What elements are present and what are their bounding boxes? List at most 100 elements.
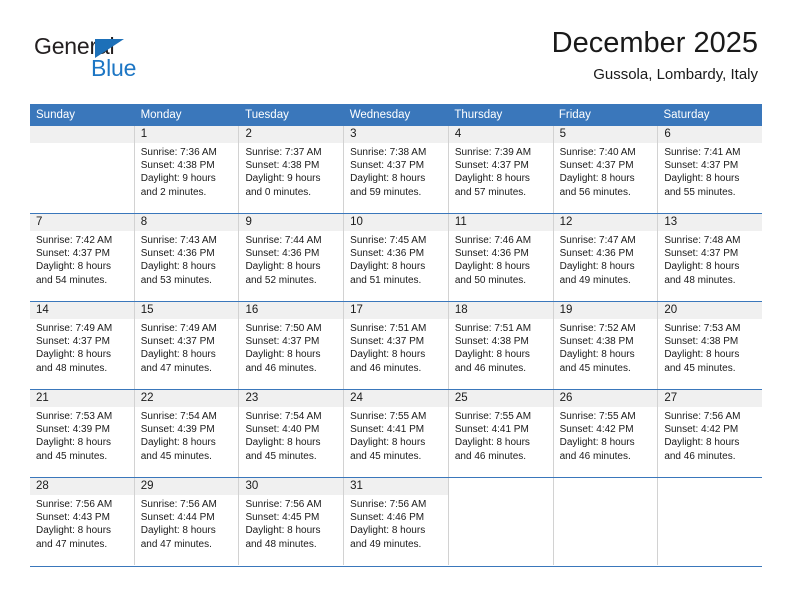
day-cell[interactable]: 21 Sunrise: 7:53 AM Sunset: 4:39 PM Dayl… xyxy=(30,390,135,477)
day-cell[interactable]: 18 Sunrise: 7:51 AM Sunset: 4:38 PM Dayl… xyxy=(448,302,554,389)
daylight-text-line2: and 46 minutes. xyxy=(454,450,527,462)
day-cell[interactable]: 25 Sunrise: 7:55 AM Sunset: 4:41 PM Dayl… xyxy=(448,390,554,477)
day-number: 30 xyxy=(239,478,344,495)
daylight-text-line1: Daylight: 8 hours xyxy=(245,349,321,361)
day-cell[interactable] xyxy=(658,478,763,565)
sunrise-text: Sunrise: 7:53 AM xyxy=(36,411,113,422)
day-cell[interactable]: 7 Sunrise: 7:42 AM Sunset: 4:37 PM Dayli… xyxy=(30,214,135,301)
sunrise-text: Sunrise: 7:49 AM xyxy=(140,323,217,334)
day-number: 13 xyxy=(658,214,763,231)
sunrise-text: Sunrise: 7:38 AM xyxy=(350,147,427,158)
sunset-text: Sunset: 4:36 PM xyxy=(245,248,320,260)
day-cell[interactable]: 1 Sunrise: 7:36 AM Sunset: 4:38 PM Dayli… xyxy=(134,126,240,213)
day-number: 19 xyxy=(553,302,658,319)
weekday-header-thursday: Thursday xyxy=(454,109,503,121)
day-cell[interactable]: 6 Sunrise: 7:41 AM Sunset: 4:37 PM Dayli… xyxy=(658,126,763,213)
daylight-text-line1: Daylight: 8 hours xyxy=(140,261,216,273)
day-cell[interactable] xyxy=(553,478,659,565)
daylight-text-line1: Daylight: 8 hours xyxy=(664,261,740,273)
daylight-text-line1: Daylight: 8 hours xyxy=(454,261,530,273)
sunrise-text: Sunrise: 7:44 AM xyxy=(245,235,322,246)
day-cell[interactable]: 19 Sunrise: 7:52 AM Sunset: 4:38 PM Dayl… xyxy=(553,302,659,389)
day-number: 27 xyxy=(658,390,763,407)
day-info xyxy=(449,495,553,498)
general-blue-logo[interactable]: General Blue xyxy=(34,33,184,85)
day-cell[interactable]: 9 Sunrise: 7:44 AM Sunset: 4:36 PM Dayli… xyxy=(239,214,345,301)
daylight-text-line2: and 46 minutes. xyxy=(454,362,527,374)
day-cell[interactable]: 22 Sunrise: 7:54 AM Sunset: 4:39 PM Dayl… xyxy=(134,390,240,477)
daylight-text-line1: Daylight: 8 hours xyxy=(559,349,635,361)
sunrise-text: Sunrise: 7:51 AM xyxy=(454,323,532,334)
day-cell[interactable]: 2 Sunrise: 7:37 AM Sunset: 4:38 PM Dayli… xyxy=(239,126,345,213)
day-cell[interactable] xyxy=(448,478,554,565)
day-info: Sunrise: 7:51 AM Sunset: 4:38 PM Dayligh… xyxy=(449,319,553,375)
day-number: 22 xyxy=(134,390,239,407)
day-number: 11 xyxy=(448,214,553,231)
day-cell[interactable]: 8 Sunrise: 7:43 AM Sunset: 4:36 PM Dayli… xyxy=(134,214,240,301)
page-subtitle: Gussola, Lombardy, Italy xyxy=(593,66,758,83)
sunset-text: Sunset: 4:38 PM xyxy=(559,336,634,348)
day-number: 3 xyxy=(344,126,448,143)
day-info: Sunrise: 7:56 AM Sunset: 4:45 PM Dayligh… xyxy=(239,495,343,551)
day-cell[interactable]: 23 Sunrise: 7:54 AM Sunset: 4:40 PM Dayl… xyxy=(239,390,345,477)
day-cell[interactable]: 5 Sunrise: 7:40 AM Sunset: 4:37 PM Dayli… xyxy=(553,126,659,213)
weekday-header-saturday: Saturday xyxy=(663,109,710,121)
day-cell[interactable]: 4 Sunrise: 7:39 AM Sunset: 4:37 PM Dayli… xyxy=(448,126,554,213)
day-cell[interactable]: 17 Sunrise: 7:51 AM Sunset: 4:37 PM Dayl… xyxy=(344,302,449,389)
sunrise-text: Sunrise: 7:56 AM xyxy=(245,499,322,510)
weekday-header-tuesday: Tuesday xyxy=(245,109,289,121)
daylight-text-line2: and 57 minutes. xyxy=(454,186,527,198)
sunrise-text: Sunrise: 7:54 AM xyxy=(140,411,217,422)
day-cell[interactable]: 29 Sunrise: 7:56 AM Sunset: 4:44 PM Dayl… xyxy=(134,478,240,565)
day-cell[interactable]: 30 Sunrise: 7:56 AM Sunset: 4:45 PM Dayl… xyxy=(239,478,345,565)
day-cell[interactable]: 31 Sunrise: 7:56 AM Sunset: 4:46 PM Dayl… xyxy=(344,478,449,565)
daylight-text-line2: and 49 minutes. xyxy=(559,274,631,286)
daylight-text-line1: Daylight: 8 hours xyxy=(245,437,321,449)
daylight-text-line1: Daylight: 8 hours xyxy=(559,173,635,185)
daylight-text-line1: Daylight: 8 hours xyxy=(350,437,426,449)
day-info xyxy=(658,495,762,498)
daylight-text-line2: and 47 minutes. xyxy=(140,538,212,550)
day-cell[interactable]: 3 Sunrise: 7:38 AM Sunset: 4:37 PM Dayli… xyxy=(344,126,449,213)
day-cell[interactable]: 26 Sunrise: 7:55 AM Sunset: 4:42 PM Dayl… xyxy=(553,390,659,477)
day-cell[interactable]: 24 Sunrise: 7:55 AM Sunset: 4:41 PM Dayl… xyxy=(344,390,449,477)
day-cell[interactable]: 13 Sunrise: 7:48 AM Sunset: 4:37 PM Dayl… xyxy=(658,214,763,301)
day-cell[interactable]: 14 Sunrise: 7:49 AM Sunset: 4:37 PM Dayl… xyxy=(30,302,135,389)
day-number: 2 xyxy=(239,126,344,143)
day-number: 12 xyxy=(553,214,658,231)
sunset-text: Sunset: 4:37 PM xyxy=(664,248,739,260)
day-info: Sunrise: 7:38 AM Sunset: 4:37 PM Dayligh… xyxy=(344,143,448,199)
day-cell[interactable]: 11 Sunrise: 7:46 AM Sunset: 4:36 PM Dayl… xyxy=(448,214,554,301)
daylight-text-line2: and 46 minutes. xyxy=(350,362,422,374)
day-cell[interactable] xyxy=(30,126,135,213)
day-number: 28 xyxy=(30,478,134,495)
daylight-text-line2: and 2 minutes. xyxy=(140,186,207,198)
weekday-header-monday: Monday xyxy=(140,109,182,121)
daylight-text-line1: Daylight: 8 hours xyxy=(36,525,112,537)
daylight-text-line1: Daylight: 8 hours xyxy=(140,349,216,361)
sunset-text: Sunset: 4:37 PM xyxy=(140,336,215,348)
day-info: Sunrise: 7:40 AM Sunset: 4:37 PM Dayligh… xyxy=(554,143,658,199)
daylight-text-line1: Daylight: 9 hours xyxy=(245,173,321,185)
day-cell[interactable]: 15 Sunrise: 7:49 AM Sunset: 4:37 PM Dayl… xyxy=(134,302,240,389)
day-cell[interactable]: 16 Sunrise: 7:50 AM Sunset: 4:37 PM Dayl… xyxy=(239,302,345,389)
day-info: Sunrise: 7:52 AM Sunset: 4:38 PM Dayligh… xyxy=(554,319,658,375)
day-number: 14 xyxy=(30,302,134,319)
day-cell[interactable]: 10 Sunrise: 7:45 AM Sunset: 4:36 PM Dayl… xyxy=(344,214,449,301)
daylight-text-line1: Daylight: 8 hours xyxy=(36,261,112,273)
sunset-text: Sunset: 4:42 PM xyxy=(664,424,739,436)
day-cell[interactable]: 12 Sunrise: 7:47 AM Sunset: 4:36 PM Dayl… xyxy=(553,214,659,301)
day-number: 29 xyxy=(134,478,239,495)
day-cell[interactable]: 28 Sunrise: 7:56 AM Sunset: 4:43 PM Dayl… xyxy=(30,478,135,565)
day-number: 23 xyxy=(239,390,344,407)
day-number xyxy=(658,478,763,495)
day-cell[interactable]: 27 Sunrise: 7:56 AM Sunset: 4:42 PM Dayl… xyxy=(658,390,763,477)
sunrise-text: Sunrise: 7:56 AM xyxy=(140,499,217,510)
day-number: 1 xyxy=(134,126,239,143)
daylight-text-line2: and 56 minutes. xyxy=(559,186,631,198)
day-number: 31 xyxy=(344,478,448,495)
daylight-text-line2: and 45 minutes. xyxy=(245,450,317,462)
day-number: 5 xyxy=(553,126,658,143)
day-cell[interactable]: 20 Sunrise: 7:53 AM Sunset: 4:38 PM Dayl… xyxy=(658,302,763,389)
daylight-text-line1: Daylight: 8 hours xyxy=(454,437,530,449)
